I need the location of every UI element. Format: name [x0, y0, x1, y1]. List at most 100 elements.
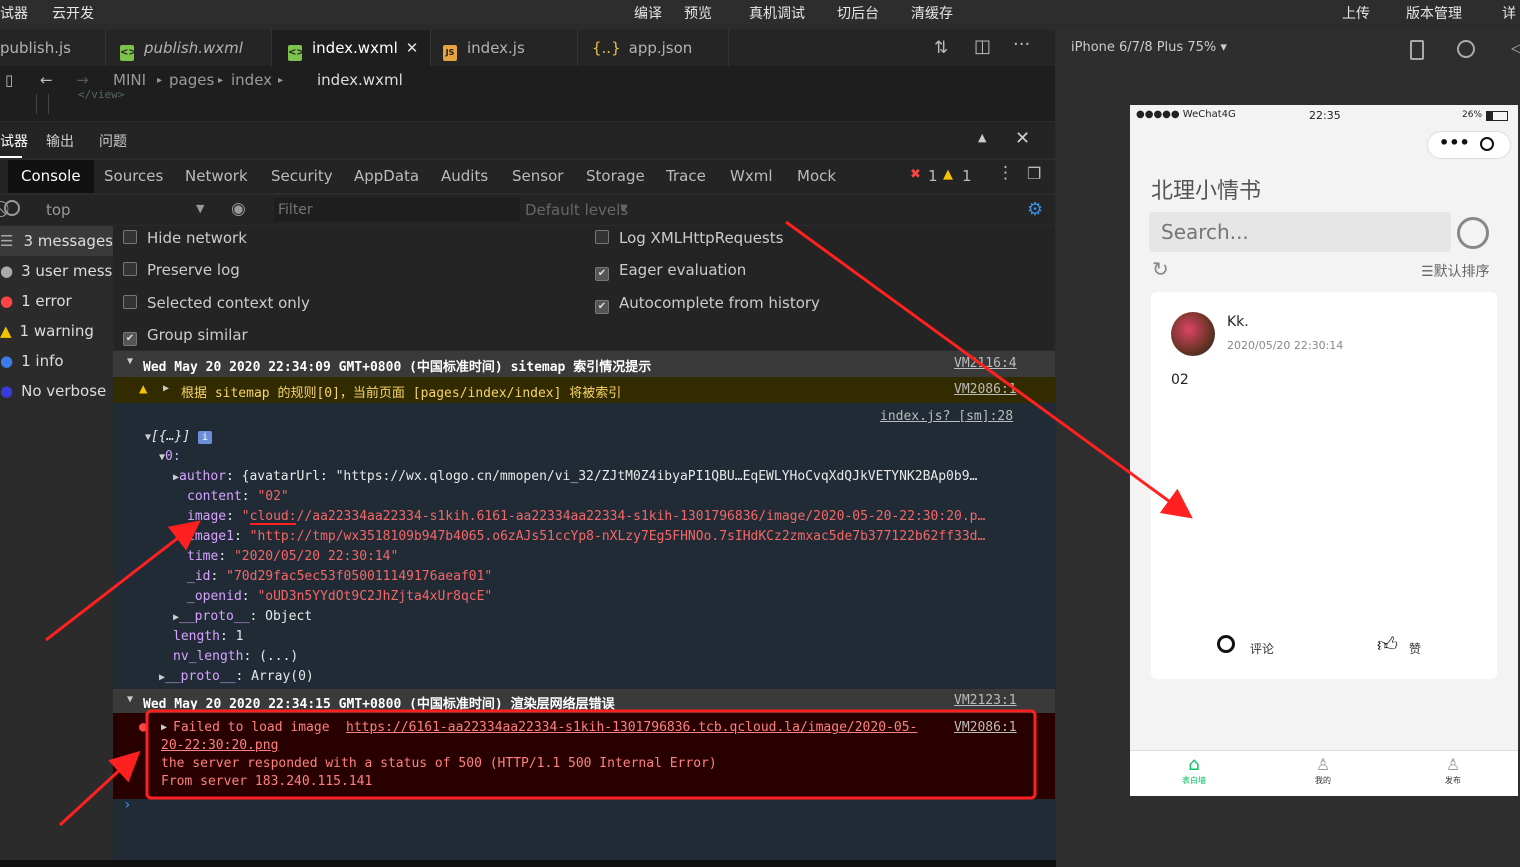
- capsule-menu[interactable]: •••: [1427, 131, 1511, 159]
- error-url[interactable]: 20-22:30:20.png: [161, 738, 278, 753]
- tab-confession-wall[interactable]: ⌂ 表白墙: [1176, 755, 1212, 786]
- source-link[interactable]: VM2086:1: [954, 382, 1017, 397]
- tab-publish-js[interactable]: publish.js: [0, 30, 106, 66]
- breadcrumb-index[interactable]: index: [231, 71, 272, 89]
- error-count-icon[interactable]: ✖: [910, 167, 921, 182]
- tab-index-wxml[interactable]: <> index.wxml ✕: [272, 30, 431, 66]
- source-link[interactable]: VM2116:4: [954, 356, 1017, 371]
- sort-button[interactable]: ☰默认排序: [1421, 261, 1490, 281]
- collapse-triangle-icon[interactable]: ▼: [127, 694, 133, 705]
- tab-storage[interactable]: Storage: [586, 167, 645, 185]
- clear-console-icon[interactable]: [4, 200, 20, 216]
- group-header-render-error[interactable]: ▼ Wed May 20 2020 22:34:15 GMT+0800 (中国标…: [113, 689, 1055, 713]
- undock-icon[interactable]: ❐: [1027, 164, 1041, 183]
- close-icon[interactable]: ✕: [406, 39, 419, 57]
- tab-sensor[interactable]: Sensor: [512, 167, 563, 185]
- tab-console[interactable]: Console: [8, 160, 94, 193]
- version-button[interactable]: 版本管理: [1406, 3, 1462, 23]
- tab-mock[interactable]: Mock: [797, 167, 836, 185]
- tab-publish[interactable]: ♙ 发布: [1435, 755, 1471, 786]
- sidebar-item-warnings[interactable]: ▲ 1 warning: [0, 316, 94, 346]
- eye-icon[interactable]: ◉: [231, 199, 246, 219]
- tab-audits[interactable]: Audits: [441, 167, 488, 185]
- expand-triangle-icon[interactable]: ▶: [161, 722, 167, 733]
- split-editor-icon[interactable]: ◫: [974, 36, 991, 57]
- context-select[interactable]: top: [46, 201, 71, 219]
- tab-network[interactable]: Network: [185, 167, 248, 185]
- tab-mine[interactable]: ♙ 我的: [1305, 755, 1341, 786]
- item-0[interactable]: ▼0:: [159, 449, 181, 464]
- source-link[interactable]: index.js? [sm]:28: [880, 409, 1013, 424]
- warning-row[interactable]: ▲ ▶ 根据 sitemap 的规则[0]，当前页面 [pages/index/…: [113, 377, 1055, 403]
- tab-wxml[interactable]: Wxml: [730, 167, 773, 185]
- group-header-sitemap[interactable]: ▼ Wed May 20 2020 22:34:09 GMT+0800 (中国标…: [113, 351, 1055, 377]
- more-icon[interactable]: ···: [1013, 34, 1030, 55]
- prop-array-proto[interactable]: ▶__proto__: Array(0): [159, 669, 314, 684]
- record-icon[interactable]: [1457, 40, 1475, 58]
- collapse-icon[interactable]: ▲: [978, 131, 986, 144]
- tab-problems[interactable]: 问题: [99, 131, 127, 151]
- like-button[interactable]: 赞: [1409, 640, 1421, 657]
- post-card[interactable]: Kk. 2020/05/20 22:30:14 02 评论 👍︎ 赞: [1151, 292, 1497, 679]
- prop-proto[interactable]: ▶__proto__: Object: [173, 609, 312, 624]
- tab-trace[interactable]: Trace: [666, 167, 706, 185]
- search-input[interactable]: [1149, 212, 1451, 252]
- bookmark-icon[interactable]: ▯: [5, 71, 13, 89]
- back-icon[interactable]: ←: [40, 71, 53, 89]
- forward-icon[interactable]: →: [76, 71, 89, 89]
- chevron-down-icon[interactable]: ▼: [620, 203, 628, 214]
- eager-eval-checkbox[interactable]: ✔ Eager evaluation: [595, 261, 746, 281]
- prompt-icon[interactable]: ›: [123, 797, 131, 813]
- levels-select[interactable]: Default levels: [525, 201, 628, 219]
- sidebar-item-verbose[interactable]: ● No verbose: [0, 376, 106, 406]
- detail-button[interactable]: 详: [1502, 3, 1516, 23]
- preserve-log-checkbox[interactable]: Preserve log: [123, 261, 240, 279]
- clear-cache-button[interactable]: 清缓存: [911, 3, 953, 23]
- sidebar-item-errors[interactable]: ● 1 error: [0, 286, 72, 316]
- breadcrumb-pages[interactable]: pages: [169, 71, 214, 89]
- source-link[interactable]: VM2086:1: [954, 720, 1017, 735]
- breadcrumb-file[interactable]: index.wxml: [317, 71, 403, 89]
- error-row[interactable]: ● ▶ Failed to load image https://6161-aa…: [113, 713, 1055, 799]
- warning-count-icon[interactable]: ▲: [943, 167, 953, 182]
- thumbs-up-icon[interactable]: 👍︎: [1377, 632, 1398, 657]
- log-xhr-checkbox[interactable]: Log XMLHttpRequests: [595, 229, 783, 247]
- breadcrumb-root[interactable]: MINI: [113, 71, 146, 89]
- sidebar-item-user-messages[interactable]: ● 3 user mess...: [0, 256, 127, 286]
- tab-debugger[interactable]: 试器: [0, 131, 28, 151]
- real-debug-button[interactable]: 真机调试: [749, 3, 805, 23]
- post-author[interactable]: Kk.: [1227, 314, 1249, 330]
- comment-search-icon[interactable]: [1217, 635, 1235, 653]
- close-panel-icon[interactable]: ✕: [1015, 128, 1030, 149]
- refresh-icon[interactable]: ↻: [1152, 257, 1169, 281]
- code-area[interactable]: </view>: [0, 88, 1055, 121]
- close-miniprogram-icon[interactable]: [1480, 137, 1494, 151]
- gear-icon[interactable]: ⚙: [1027, 199, 1043, 220]
- collapse-triangle-icon[interactable]: ▼: [127, 356, 133, 367]
- sidebar-item-info[interactable]: ● 1 info: [0, 346, 64, 376]
- sidebar-item-messages[interactable]: ☰ 3 messages: [0, 226, 113, 256]
- backend-button[interactable]: 切后台: [837, 3, 879, 23]
- tab-sources[interactable]: Sources: [104, 167, 163, 185]
- error-count[interactable]: 1: [928, 167, 938, 185]
- error-url[interactable]: https://6161-aa22334aa22334-s1kih-130179…: [346, 720, 917, 735]
- tab-output[interactable]: 输出: [46, 131, 74, 151]
- autocomplete-checkbox[interactable]: ✔ Autocomplete from history: [595, 294, 820, 314]
- console-output[interactable]: ▼ Wed May 20 2020 22:34:09 GMT+0800 (中国标…: [113, 351, 1055, 860]
- source-link[interactable]: VM2123:1: [954, 693, 1017, 708]
- menu-cloud[interactable]: 云开发: [52, 3, 94, 23]
- tab-publish-wxml[interactable]: <> publish.wxml: [106, 30, 272, 66]
- warning-count[interactable]: 1: [962, 167, 972, 185]
- comment-button[interactable]: 评论: [1250, 640, 1274, 657]
- tab-index-js[interactable]: JS index.js: [431, 30, 578, 66]
- hide-network-checkbox[interactable]: Hide network: [123, 229, 247, 247]
- device-select[interactable]: iPhone 6/7/8 Plus 75% ▾: [1071, 40, 1227, 55]
- preview-button[interactable]: 预览: [684, 3, 712, 23]
- array-summary[interactable]: ▼[{…}] i: [145, 429, 212, 444]
- search-icon[interactable]: [1457, 217, 1489, 249]
- tab-appdata[interactable]: AppData: [354, 167, 419, 185]
- more-dots-icon[interactable]: •••: [1439, 133, 1470, 152]
- chevron-down-icon[interactable]: ▼: [196, 202, 204, 215]
- menu-debugger[interactable]: 试器: [0, 3, 28, 23]
- group-similar-checkbox[interactable]: ✔ Group similar: [123, 326, 248, 346]
